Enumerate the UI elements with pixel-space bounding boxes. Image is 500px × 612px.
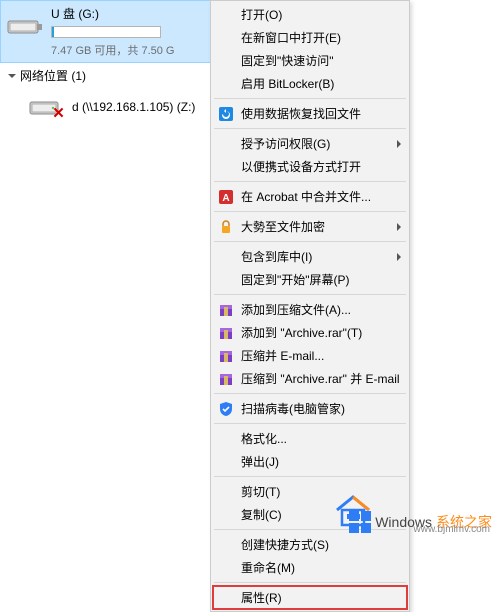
menu-open[interactable]: 打开(O): [213, 3, 407, 26]
menu-compress-rar-email[interactable]: 压缩到 "Archive.rar" 并 E-mail: [213, 367, 407, 390]
menu-add-archive-rar[interactable]: 添加到 "Archive.rar"(T): [213, 321, 407, 344]
drive-name: U 盘 (G:): [51, 5, 175, 22]
submenu-arrow-icon: [397, 140, 401, 148]
menu-bitlocker[interactable]: 启用 BitLocker(B): [213, 72, 407, 95]
menu-add-archive[interactable]: 添加到压缩文件(A)...: [213, 298, 407, 321]
submenu-arrow-icon: [397, 253, 401, 261]
recovery-icon: [218, 106, 234, 122]
menu-compress-email[interactable]: 压缩并 E-mail...: [213, 344, 407, 367]
menu-open-portable[interactable]: 以便携式设备方式打开: [213, 155, 407, 178]
menu-separator: [214, 128, 406, 129]
menu-data-recovery[interactable]: 使用数据恢复找回文件: [213, 102, 407, 125]
menu-separator: [214, 241, 406, 242]
menu-rename[interactable]: 重命名(M): [213, 556, 407, 579]
menu-encrypt[interactable]: 大勢至文件加密: [213, 215, 407, 238]
menu-separator: [214, 423, 406, 424]
chevron-down-icon: [8, 74, 16, 78]
winrar-icon: [218, 325, 234, 341]
winrar-icon: [218, 348, 234, 364]
shield-icon: [218, 401, 234, 417]
menu-open-new-window[interactable]: 在新窗口中打开(E): [213, 26, 407, 49]
menu-separator: [214, 211, 406, 212]
network-section-title: 网络位置 (1): [20, 67, 86, 84]
windows-logo-icon: [349, 511, 371, 533]
network-section-header[interactable]: 网络位置 (1): [0, 63, 230, 88]
menu-grant-access[interactable]: 授予访问权限(G): [213, 132, 407, 155]
menu-create-shortcut[interactable]: 创建快捷方式(S): [213, 533, 407, 556]
menu-separator: [214, 582, 406, 583]
menu-separator: [214, 393, 406, 394]
drive-item[interactable]: U 盘 (G:) 7.47 GB 可用，共 7.50 G: [0, 0, 230, 63]
submenu-arrow-icon: [397, 223, 401, 231]
menu-acrobat-merge[interactable]: A 在 Acrobat 中合并文件...: [213, 185, 407, 208]
winrar-icon: [218, 302, 234, 318]
menu-pin-quick-access[interactable]: 固定到"快速访问": [213, 49, 407, 72]
menu-properties[interactable]: 属性(R): [213, 586, 407, 609]
network-drive-label: d (\\192.168.1.105) (Z:): [72, 100, 195, 114]
menu-separator: [214, 98, 406, 99]
menu-separator: [214, 181, 406, 182]
menu-eject[interactable]: 弹出(J): [213, 450, 407, 473]
svg-text:A: A: [222, 193, 229, 204]
menu-cut[interactable]: 剪切(T): [213, 480, 407, 503]
menu-separator: [214, 294, 406, 295]
menu-include-library[interactable]: 包含到库中(I): [213, 245, 407, 268]
drive-capacity-text: 7.47 GB 可用，共 7.50 G: [51, 42, 175, 58]
acrobat-icon: A: [218, 189, 234, 205]
lock-icon: [218, 219, 234, 235]
usb-drive-icon: [7, 15, 43, 37]
network-drive-icon: ✕: [28, 94, 64, 120]
menu-pin-start[interactable]: 固定到"开始"屏幕(P): [213, 268, 407, 291]
menu-scan-virus[interactable]: 扫描病毒(电脑管家): [213, 397, 407, 420]
winrar-icon: [218, 371, 234, 387]
capacity-bar: [51, 26, 161, 38]
menu-format[interactable]: 格式化...: [213, 427, 407, 450]
menu-separator: [214, 476, 406, 477]
watermark-url: www.bjmlmv.com: [414, 524, 490, 535]
disconnected-x-icon: ✕: [51, 106, 66, 121]
network-drive-item[interactable]: ✕ d (\\192.168.1.105) (Z:): [0, 88, 230, 126]
